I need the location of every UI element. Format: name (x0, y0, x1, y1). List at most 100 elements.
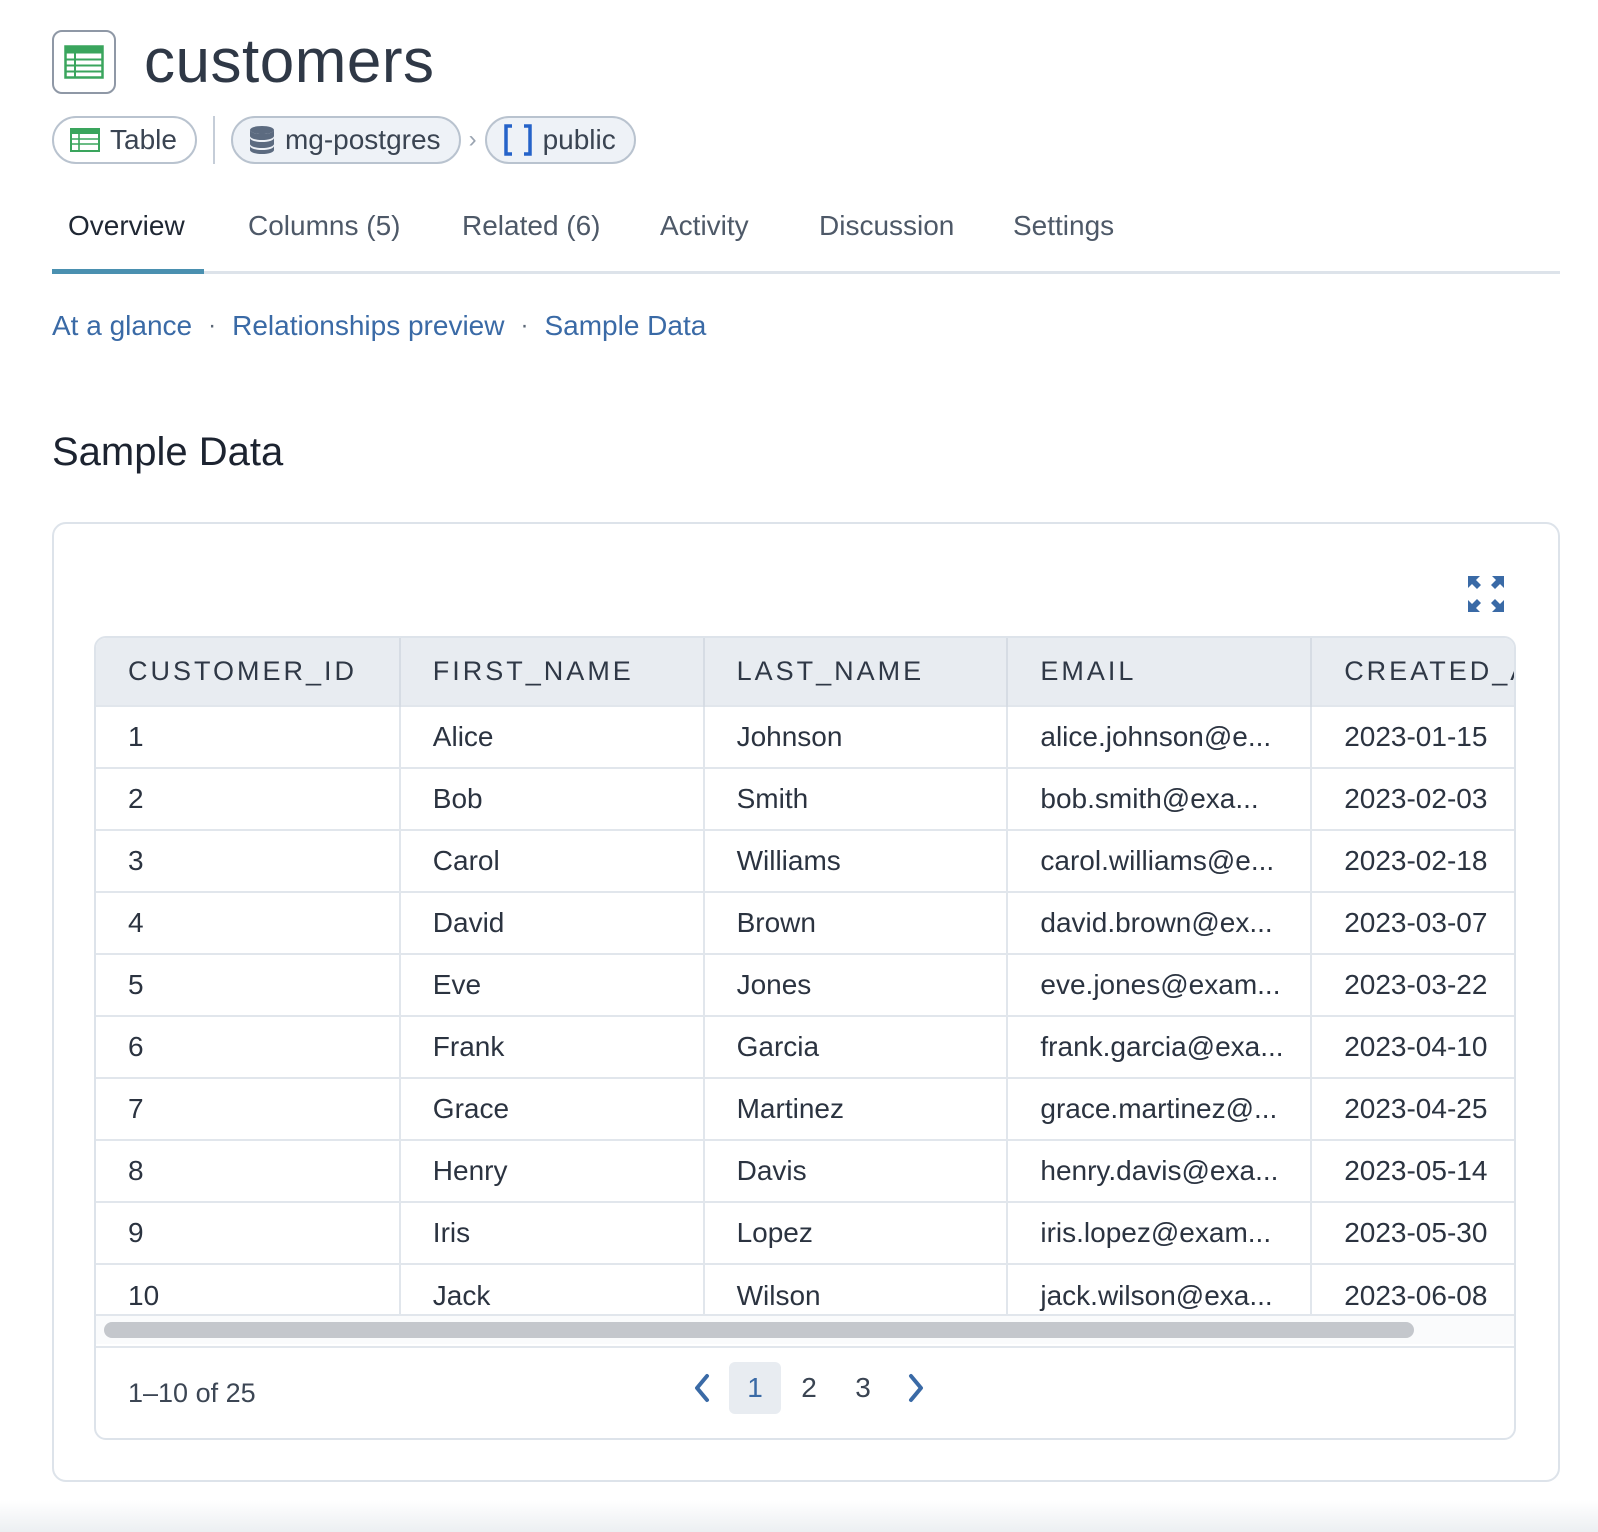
table-cell: Bob (399, 767, 705, 830)
database-pill[interactable]: mg-postgres (230, 116, 461, 164)
pagination: 1–10 of 25 1 2 3 (96, 1346, 1514, 1438)
page-button-2[interactable]: 2 (783, 1362, 835, 1414)
table-cell: henry.davis@exa... (1007, 1139, 1313, 1202)
prev-page-chevron-left-icon[interactable] (676, 1362, 728, 1414)
sample-data-table: CUSTOMER_ID FIRST_NAME LAST_NAME EMAIL CREAT… (94, 636, 1516, 1440)
table-cell: 2023-03-22 (1311, 953, 1514, 1016)
column-header-email[interactable]: EMAIL (1007, 638, 1313, 706)
table-row: 8 Henry Davis henry.davis@exa... 2023-05-14 (96, 1139, 1514, 1202)
table-cell: Iris (399, 1201, 705, 1264)
table-row: 5 Eve Jones eve.jones@exam... 2023-03-22 (96, 953, 1514, 1016)
section-anchors: At a glance · Relationships preview · Sa… (52, 310, 706, 342)
table-cell: Carol (399, 829, 705, 892)
title-row: customers (52, 30, 434, 94)
table-cell: 2023-02-18 (1311, 829, 1514, 892)
breadcrumb-divider (212, 116, 215, 164)
table-row: 1 Alice Johnson alice.johnson@e... 2023-01-1… (96, 705, 1514, 768)
database-pill-label: mg-postgres (284, 124, 441, 155)
table-cell: iris.lopez@exam... (1007, 1201, 1313, 1264)
page-buttons: 1 2 3 (676, 1362, 942, 1414)
anchor-relationships-preview[interactable]: Relationships preview (232, 310, 504, 342)
tab-bar: Overview Columns (5) Related (6) Activit… (52, 196, 1560, 274)
page: customers Table mg-postgres › public Ove… (0, 0, 1598, 1532)
database-icon (249, 125, 275, 155)
table-cell: 2023-04-10 (1311, 1015, 1514, 1078)
next-page-chevron-right-icon[interactable] (890, 1362, 942, 1414)
table-row: 4 David Brown david.brown@ex... 2023-03-07 (96, 891, 1514, 954)
table-row: 7 Grace Martinez grace.martinez@... 2023-04-… (96, 1077, 1514, 1140)
table-cell: Williams (703, 829, 1009, 892)
column-header-first-name[interactable]: FIRST_NAME (399, 638, 705, 706)
table-icon (70, 128, 100, 152)
column-header-created-at[interactable]: CREATED_AT (1311, 638, 1514, 706)
scrollbar-thumb[interactable] (104, 1322, 1414, 1338)
table-cell: Johnson (703, 705, 1009, 768)
table-cell: Grace (399, 1077, 705, 1140)
anchor-at-a-glance[interactable]: At a glance (52, 310, 192, 342)
table-cell: 5 (96, 953, 401, 1016)
expand-icon[interactable] (1466, 574, 1506, 614)
anchor-sample-data[interactable]: Sample Data (544, 310, 706, 342)
table-header-row: CUSTOMER_ID FIRST_NAME LAST_NAME EMAIL CREAT… (96, 638, 1514, 706)
table-cell: Alice (399, 705, 705, 768)
table-cell: Frank (399, 1015, 705, 1078)
table-cell: 7 (96, 1077, 401, 1140)
table-cell: eve.jones@exam... (1007, 953, 1313, 1016)
anchor-separator: · (520, 312, 529, 339)
anchor-separator: · (208, 312, 217, 339)
tab-overview[interactable]: Overview (68, 210, 185, 242)
table-cell: 2023-05-14 (1311, 1139, 1514, 1202)
table-cell: Brown (703, 891, 1009, 954)
table-cell: frank.garcia@exa... (1007, 1015, 1313, 1078)
column-header-customer-id[interactable]: CUSTOMER_ID (96, 638, 401, 706)
table-row: 2 Bob Smith bob.smith@exa... 2023-02-03 (96, 767, 1514, 830)
column-header-last-name[interactable]: LAST_NAME (703, 638, 1009, 706)
table-cell: 2 (96, 767, 401, 830)
tab-related[interactable]: Related (6) (462, 210, 601, 242)
table-cell: alice.johnson@e... (1007, 705, 1313, 768)
breadcrumb: Table mg-postgres › public (52, 116, 636, 164)
tab-activity[interactable]: Activity (660, 210, 749, 242)
table-cell: Martinez (703, 1077, 1009, 1140)
table-cell: Henry (399, 1139, 705, 1202)
type-pill-label: Table (110, 124, 177, 155)
table-cell: Garcia (703, 1015, 1009, 1078)
section-title: Sample Data (52, 430, 284, 474)
table-cell: bob.smith@exa... (1007, 767, 1313, 830)
page-title: customers (144, 27, 435, 96)
type-pill[interactable]: Table (52, 116, 197, 164)
table-cell: 4 (96, 891, 401, 954)
table-cell: grace.martinez@... (1007, 1077, 1313, 1140)
table-cell: David (399, 891, 705, 954)
table-icon (52, 30, 116, 94)
table-cell: Lopez (703, 1201, 1009, 1264)
schema-pill-label: public (542, 124, 616, 155)
table-cell: 2023-04-25 (1311, 1077, 1514, 1140)
table-cell: 2023-02-03 (1311, 767, 1514, 830)
horizontal-scrollbar[interactable] (96, 1314, 1514, 1344)
table-cell: 1 (96, 705, 401, 768)
active-tab-indicator (52, 269, 204, 274)
table-cell: Jones (703, 953, 1009, 1016)
table-cell: Davis (703, 1139, 1009, 1202)
table-cell: 2023-01-15 (1311, 705, 1514, 768)
table-cell: Eve (399, 953, 705, 1016)
table-cell: 8 (96, 1139, 401, 1202)
page-button-3[interactable]: 3 (837, 1362, 889, 1414)
table-row: 6 Frank Garcia frank.garcia@exa... 2023-04-1… (96, 1015, 1514, 1078)
breadcrumb-separator: › (468, 126, 477, 153)
tab-discussion[interactable]: Discussion (819, 210, 954, 242)
table-cell: 3 (96, 829, 401, 892)
table-cell: carol.williams@e... (1007, 829, 1313, 892)
table-cell: david.brown@ex... (1007, 891, 1313, 954)
tab-columns[interactable]: Columns (5) (248, 210, 400, 242)
table-row: 9 Iris Lopez iris.lopez@exam... 2023-05-30 (96, 1201, 1514, 1264)
pagination-range: 1–10 of 25 (128, 1378, 256, 1408)
page-button-1[interactable]: 1 (729, 1362, 781, 1414)
tab-settings[interactable]: Settings (1013, 210, 1114, 242)
table-cell: 2023-05-30 (1311, 1201, 1514, 1264)
schema-pill[interactable]: public (484, 116, 636, 164)
table-cell: 6 (96, 1015, 401, 1078)
schema-brackets-icon (503, 124, 533, 156)
sample-data-card: CUSTOMER_ID FIRST_NAME LAST_NAME EMAIL CREAT… (52, 522, 1560, 1482)
